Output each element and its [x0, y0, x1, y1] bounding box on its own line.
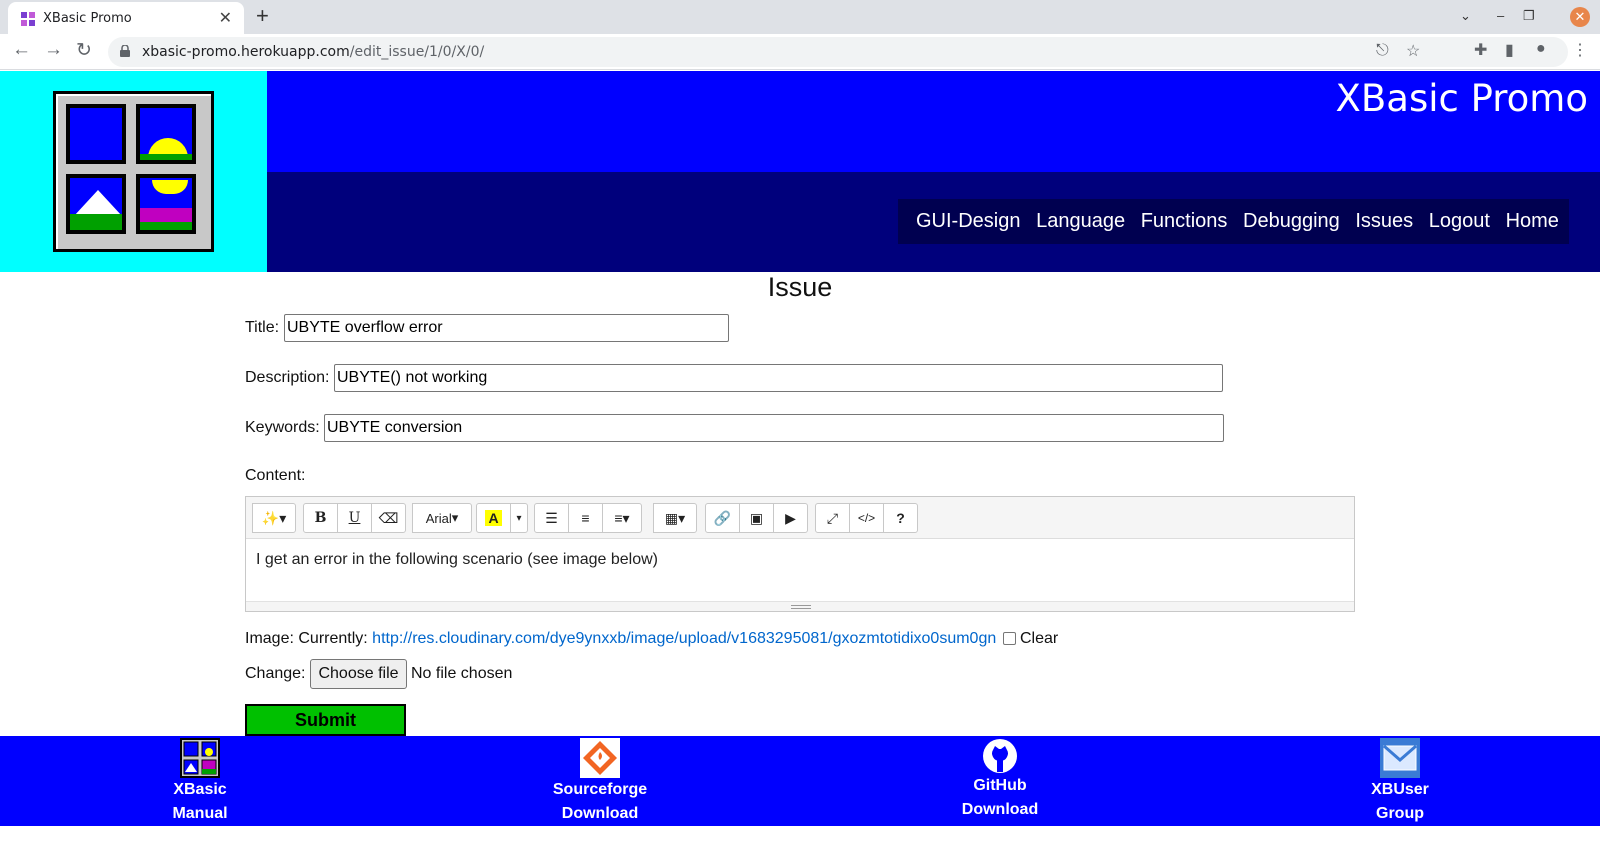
favicon-icon [21, 12, 35, 26]
keywords-label: Keywords: [245, 419, 320, 436]
footer-xbuser-line2: Group [1376, 805, 1424, 822]
xbuser-group-mail-icon [1380, 738, 1420, 778]
editor-resize-handle[interactable] [246, 601, 1354, 611]
profile-icon[interactable]: ● [1536, 40, 1546, 58]
eraser-icon[interactable]: ⌫ [371, 503, 406, 533]
restore-icon[interactable]: ❐ [1523, 8, 1535, 24]
nav-functions[interactable]: Functions [1141, 210, 1228, 233]
logo-pane-top-right [136, 104, 196, 164]
magic-style-icon[interactable]: ✨▾ [252, 503, 296, 533]
bold-icon[interactable]: B [303, 503, 338, 533]
table-icon[interactable]: ▦▾ [653, 503, 697, 533]
unordered-list-icon[interactable]: ☰ [534, 503, 569, 533]
share-icon[interactable]: ⎋ [1376, 42, 1389, 60]
browser-tab-bar: XBasic Promo ✕ + ⌄ – ❐ ✕ [0, 0, 1600, 34]
nav-home[interactable]: Home [1506, 210, 1559, 233]
fullscreen-icon[interactable]: ⤢ [815, 503, 850, 533]
nav-issues[interactable]: Issues [1355, 210, 1413, 233]
title-field[interactable] [284, 314, 729, 342]
description-field[interactable] [334, 364, 1223, 392]
title-label: Title: [245, 319, 280, 336]
description-label: Description: [245, 369, 330, 386]
browser-toolbar: ← → ↻ xbasic-promo.herokuapp.com/edit_is… [0, 34, 1600, 70]
logo-area [0, 71, 267, 272]
logo-pane-bottom-left [66, 174, 126, 234]
submit-button[interactable]: Submit [245, 704, 406, 736]
forward-icon[interactable]: → [44, 39, 63, 61]
new-tab-icon[interactable]: + [256, 3, 269, 29]
page-title: Issue [767, 272, 833, 302]
sourceforge-icon [580, 738, 620, 778]
footer-sourceforge-download[interactable]: Sourceforge Download [500, 736, 700, 826]
menu-kebab-icon[interactable]: ⋮ [1572, 40, 1588, 60]
content-label: Content: [245, 467, 306, 484]
tab-title: XBasic Promo [43, 11, 132, 26]
minimize-icon[interactable]: – [1497, 8, 1504, 23]
nav-logout[interactable]: Logout [1429, 210, 1490, 233]
reload-icon[interactable]: ↻ [76, 39, 92, 62]
side-panel-icon[interactable]: ▮ [1505, 40, 1514, 60]
code-view-icon[interactable]: </> [849, 503, 884, 533]
footer-xbuser-line1: XBUser [1371, 781, 1429, 798]
lock-icon [120, 45, 130, 57]
editor-toolbar: ✨▾ B U ⌫ Arial▾ A ▾ ☰ ≡ ≡▾ ▦▾ 🔗 ▣ ▶ ⤢ < [246, 497, 1354, 539]
footer-xbasic-manual[interactable]: XBasic Manual [100, 736, 300, 826]
underline-icon[interactable]: U [337, 503, 372, 533]
tab-search-chevron-icon[interactable]: ⌄ [1460, 8, 1471, 24]
clear-checkbox[interactable] [1003, 632, 1016, 645]
keywords-field[interactable] [324, 414, 1224, 442]
video-icon[interactable]: ▶ [773, 503, 808, 533]
url-text: xbasic-promo.herokuapp.com/edit_issue/1/… [142, 44, 485, 60]
header-banner: XBasic Promo [267, 71, 1600, 172]
browser-tab[interactable]: XBasic Promo ✕ [8, 2, 244, 34]
nav-language[interactable]: Language [1036, 210, 1125, 233]
footer-sourceforge-line2: Download [561, 805, 639, 822]
image-current-line: Image: Currently: http://res.cloudinary.… [245, 630, 996, 648]
logo-pane-top-left [66, 104, 126, 164]
footer-github-download[interactable]: GitHub Download [900, 736, 1100, 822]
ordered-list-icon[interactable]: ≡ [568, 503, 603, 533]
color-dropdown-icon[interactable]: ▾ [510, 503, 528, 533]
link-icon[interactable]: 🔗 [705, 503, 740, 533]
image-url-link[interactable]: http://res.cloudinary.com/dye9ynxxb/imag… [372, 630, 996, 647]
picture-icon[interactable]: ▣ [739, 503, 774, 533]
logo-pane-bottom-right [136, 174, 196, 234]
choose-file-button[interactable]: Choose file [310, 659, 407, 689]
footer-sourceforge-line1: Sourceforge [552, 781, 648, 798]
extensions-icon[interactable]: ✚ [1474, 40, 1487, 60]
no-file-chosen-text: No file chosen [411, 665, 513, 682]
github-icon [983, 739, 1017, 773]
window-close-icon[interactable]: ✕ [1570, 7, 1590, 27]
footer-bar: XBasic Manual Sourceforge Download GitHu… [0, 736, 1600, 826]
rich-text-editor: ✨▾ B U ⌫ Arial▾ A ▾ ☰ ≡ ≡▾ ▦▾ 🔗 ▣ ▶ ⤢ < [245, 496, 1355, 612]
xbasic-logo[interactable] [53, 91, 214, 252]
back-icon[interactable]: ← [12, 39, 31, 61]
header-nav-bar: GUI-Design Language Functions Debugging … [267, 172, 1600, 272]
change-label: Change: [245, 665, 306, 682]
footer-manual-line2: Manual [172, 805, 228, 822]
image-current-label: Image: Currently: [245, 630, 368, 647]
footer-github-line1: GitHub [973, 777, 1027, 794]
footer-xbuser-group[interactable]: XBUser Group [1300, 736, 1500, 826]
footer-manual-line1: XBasic [173, 781, 227, 798]
font-color-icon[interactable]: A [476, 503, 511, 533]
clear-label: Clear [1020, 630, 1059, 647]
xbasic-manual-icon [180, 738, 220, 778]
help-icon[interactable]: ? [883, 503, 918, 533]
tab-close-icon[interactable]: ✕ [219, 8, 232, 28]
bookmark-star-icon[interactable]: ☆ [1406, 41, 1420, 61]
nav-gui-design[interactable]: GUI-Design [916, 210, 1020, 233]
paragraph-align-icon[interactable]: ≡▾ [602, 503, 642, 533]
address-bar[interactable]: xbasic-promo.herokuapp.com/edit_issue/1/… [108, 37, 1568, 67]
nav-debugging[interactable]: Debugging [1243, 210, 1340, 233]
site-title: XBasic Promo [1335, 77, 1588, 120]
font-family-dropdown[interactable]: Arial ▾ [412, 503, 472, 533]
editor-content[interactable]: I get an error in the following scenario… [256, 551, 658, 569]
footer-github-line2: Download [961, 801, 1039, 818]
main-nav: GUI-Design Language Functions Debugging … [898, 199, 1569, 244]
